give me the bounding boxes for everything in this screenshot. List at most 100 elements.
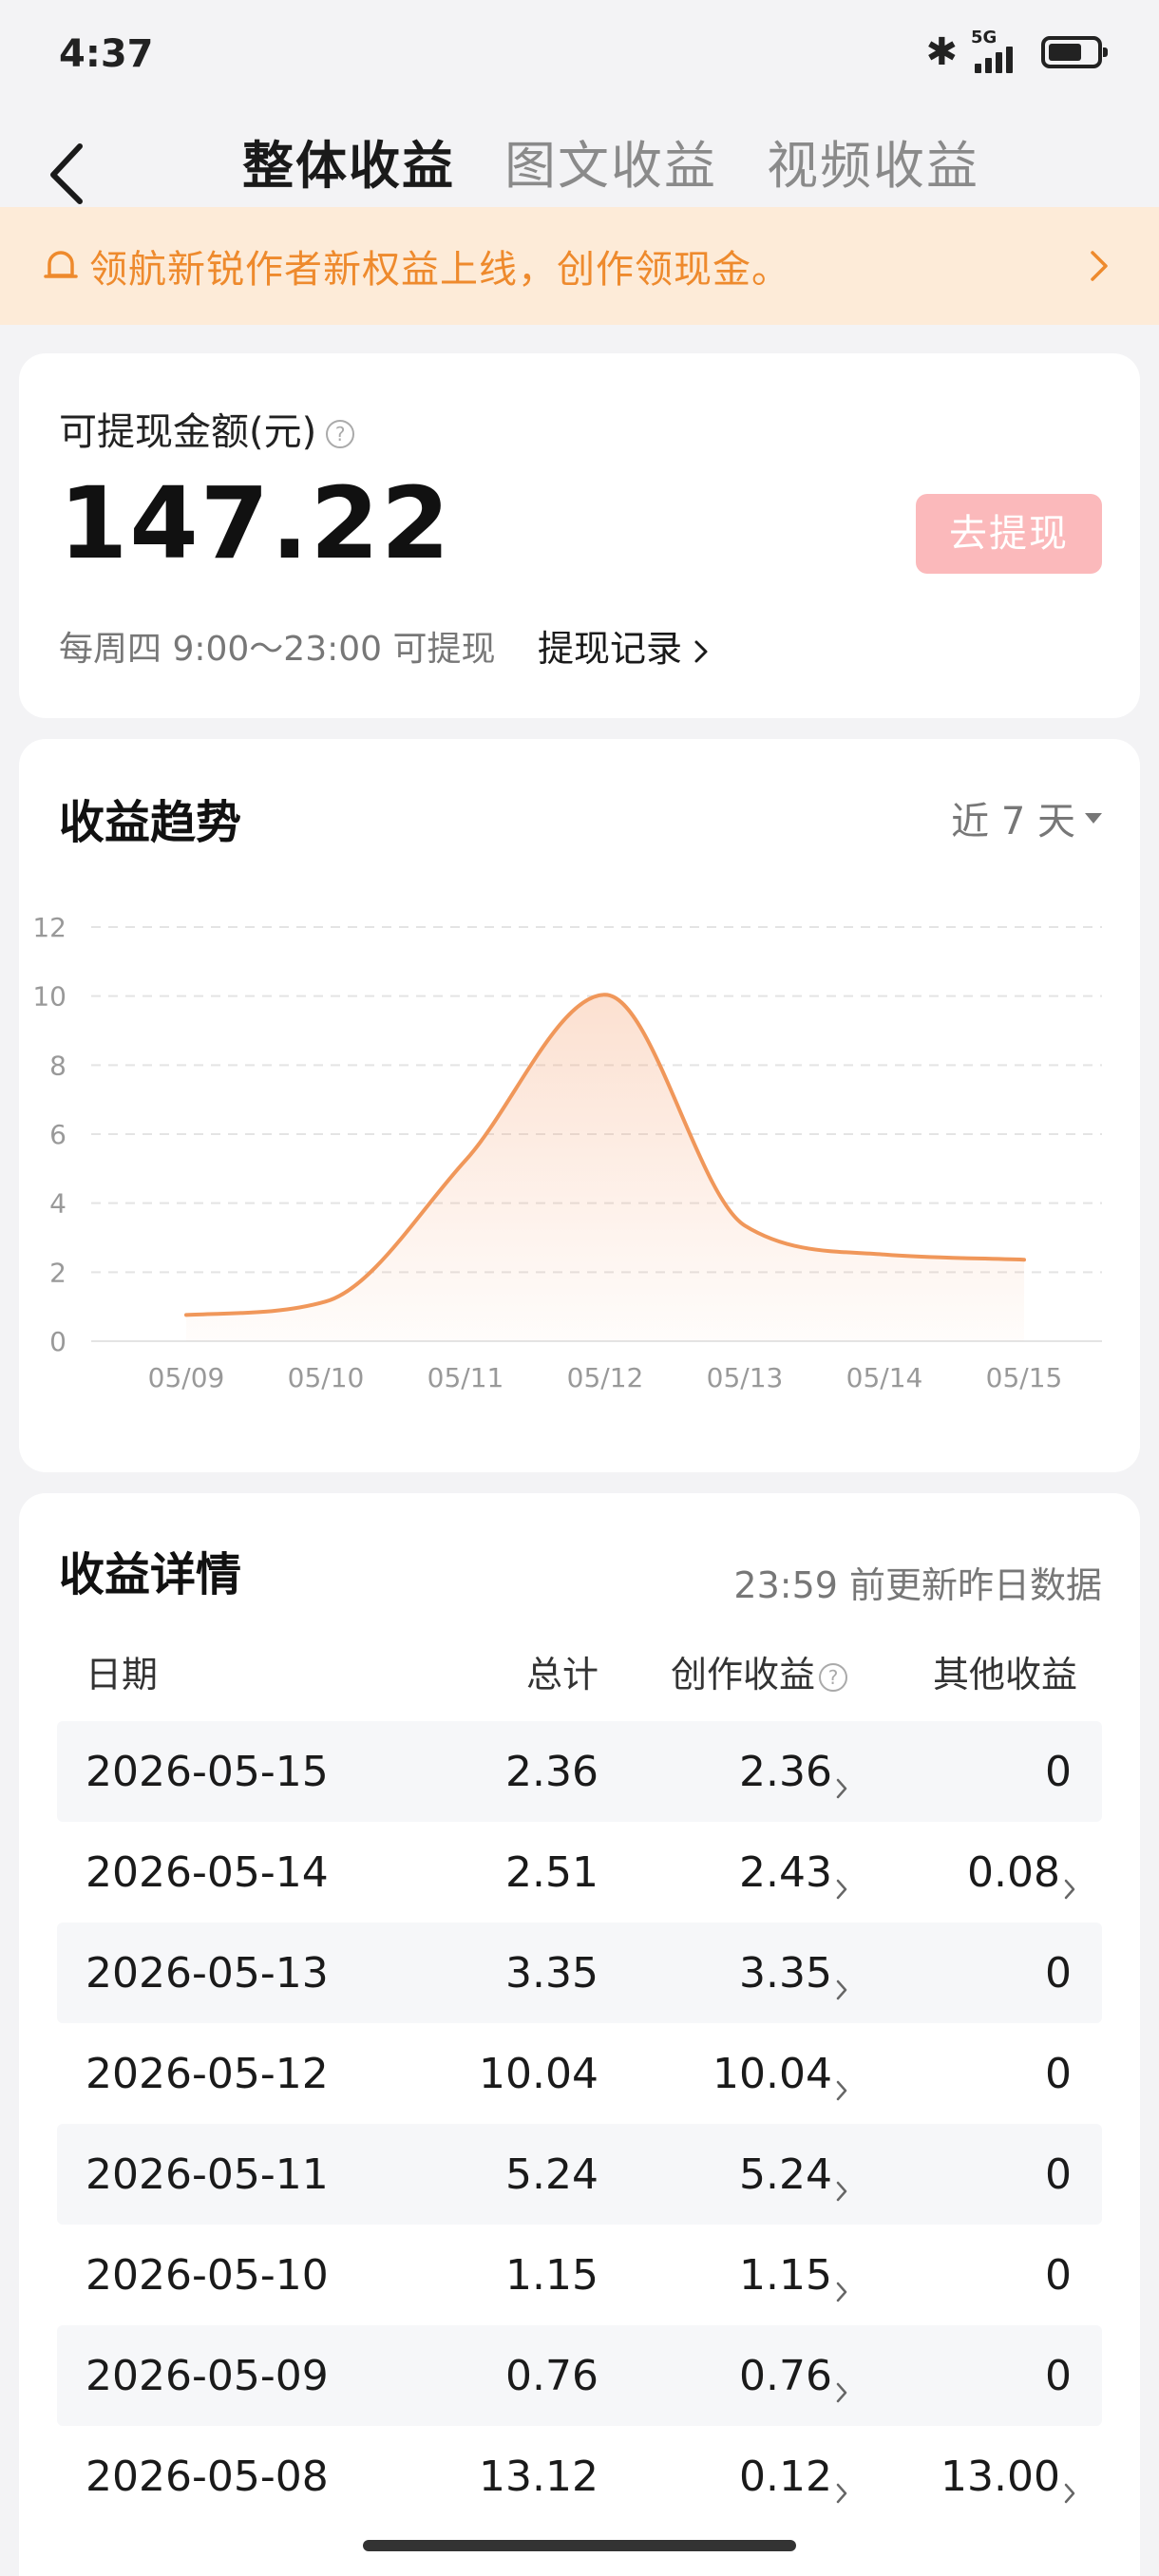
y-tick-label: 2 — [49, 1257, 66, 1288]
row-total: 0.76 — [505, 2352, 598, 2400]
header-create: 创作收益? — [671, 1645, 847, 1697]
row-total: 1.15 — [505, 2251, 598, 2300]
table-row: 2026-05-08 13.12 0.12 13.00 — [57, 2426, 1102, 2527]
row-total: 10.04 — [479, 2050, 598, 2098]
table-row: 2026-05-14 2.51 2.43 0.08 — [57, 1822, 1102, 1923]
chevron-right-icon[interactable] — [836, 2365, 847, 2403]
row-create-value[interactable]: 0.76 — [739, 2352, 832, 2400]
bluetooth-icon: ✱ — [925, 30, 958, 74]
row-total: 2.36 — [505, 1748, 598, 1796]
withdraw-record-link[interactable]: 提现记录 — [538, 619, 709, 672]
tab-video[interactable]: 视频收益 — [767, 123, 979, 199]
bell-icon — [44, 251, 78, 278]
table-row: 2026-05-11 5.24 5.24 0 — [57, 2124, 1102, 2225]
tab-article[interactable]: 图文收益 — [504, 123, 717, 199]
y-tick-label: 0 — [49, 1326, 66, 1357]
header-date: 日期 — [86, 1654, 159, 1695]
y-tick-label: 10 — [32, 981, 66, 1013]
chevron-right-icon[interactable] — [836, 2063, 847, 2101]
x-tick-label: 05/12 — [567, 1362, 644, 1393]
row-other-value[interactable]: 0.08 — [967, 1848, 1060, 1897]
balance-label-text: 可提现金额(元) — [59, 410, 317, 454]
home-indicator — [363, 2540, 796, 2551]
battery-icon — [1041, 36, 1108, 68]
detail-card: 收益详情 23:59 前更新昨日数据 日期 总计 创作收益? 其他收益 2026… — [19, 1493, 1140, 2576]
row-create-value[interactable]: 1.15 — [739, 2251, 832, 2300]
withdraw-info: 每周四 9:00～23:00 可提现 — [59, 630, 496, 669]
table-row: 2026-05-12 10.04 10.04 0 — [57, 2023, 1102, 2124]
tab-bar: 整体收益 图文收益 视频收益 — [242, 123, 979, 199]
row-create-value[interactable]: 10.04 — [712, 2050, 832, 2098]
trend-chart: 0 2 4 6 8 10 12 05/09 05/10 05/11 05/12 05/13 05/14… — [32, 912, 1102, 1393]
network-type: 5G — [971, 28, 998, 47]
row-create-value[interactable]: 2.43 — [739, 1848, 832, 1897]
status-icons: ✱ 5G — [925, 28, 1108, 74]
chevron-right-icon[interactable] — [836, 2466, 847, 2504]
chevron-right-icon[interactable] — [1064, 1862, 1075, 1900]
row-date: 2026-05-08 — [86, 2453, 329, 2501]
row-total: 2.51 — [505, 1848, 598, 1897]
row-other-value: 0 — [1045, 1748, 1072, 1796]
y-tick-label: 4 — [49, 1188, 66, 1220]
detail-title: 收益详情 — [59, 1548, 242, 1601]
x-tick-label: 05/14 — [846, 1362, 923, 1393]
row-other-value[interactable]: 13.00 — [940, 2453, 1060, 2501]
table-row: 2026-05-15 2.36 2.36 0 — [57, 1721, 1102, 1822]
x-tick-label: 05/10 — [288, 1362, 365, 1393]
balance-label: 可提现金额(元)? — [59, 401, 355, 456]
row-create-value[interactable]: 2.36 — [739, 1748, 832, 1796]
withdraw-button[interactable]: 去提现 — [916, 494, 1102, 574]
x-tick-label: 05/11 — [428, 1362, 504, 1393]
row-other-value: 0 — [1045, 2251, 1072, 2300]
header-total: 总计 — [525, 1654, 598, 1695]
balance-card: 可提现金额(元)? 147.22 去提现 每周四 9:00～23:00 可提现 … — [19, 353, 1140, 718]
help-icon[interactable]: ? — [326, 420, 355, 448]
detail-rows: 2026-05-15 2.36 2.36 0 2026-05-14 2.51 2.43 0.0… — [57, 1721, 1102, 2527]
withdraw-record-label: 提现记录 — [538, 628, 683, 670]
x-tick-label: 05/09 — [148, 1362, 225, 1393]
y-tick-label: 12 — [32, 912, 66, 943]
row-create-value[interactable]: 5.24 — [739, 2150, 832, 2199]
chart-area — [186, 994, 1024, 1341]
header-create-label: 创作收益 — [670, 1654, 815, 1695]
row-create-value[interactable]: 3.35 — [739, 1949, 832, 1998]
x-tick-label: 05/13 — [707, 1362, 784, 1393]
y-tick-label: 6 — [49, 1119, 66, 1150]
y-tick-label: 8 — [49, 1050, 66, 1081]
row-date: 2026-05-11 — [86, 2150, 329, 2199]
notice-banner[interactable]: 领航新锐作者新权益上线，创作领现金。 — [0, 207, 1159, 325]
row-other-value: 0 — [1045, 2050, 1072, 2098]
status-bar: 4:37 ✱ 5G — [0, 0, 1159, 112]
row-other-value: 0 — [1045, 1949, 1072, 1998]
row-total: 13.12 — [479, 2453, 598, 2501]
header-other: 其他收益 — [932, 1654, 1077, 1695]
row-date: 2026-05-14 — [86, 1848, 329, 1897]
table-row: 2026-05-09 0.76 0.76 0 — [57, 2325, 1102, 2426]
row-total: 3.35 — [505, 1949, 598, 1998]
chevron-right-icon[interactable] — [836, 1962, 847, 2000]
notice-text: 领航新锐作者新权益上线，创作领现金。 — [89, 248, 790, 292]
row-date: 2026-05-13 — [86, 1949, 329, 1998]
trend-card: 收益趋势 近 7 天 0 2 4 6 8 10 12 05/09 05/10 05/11 05/1… — [19, 739, 1140, 1472]
table-header: 日期 总计 创作收益? 其他收益 — [57, 1636, 1102, 1702]
status-time: 4:37 — [59, 32, 154, 76]
table-row: 2026-05-10 1.15 1.15 0 — [57, 2225, 1102, 2325]
detail-note: 23:59 前更新昨日数据 — [733, 1564, 1102, 1606]
row-create-value[interactable]: 0.12 — [739, 2453, 832, 2501]
chevron-right-icon — [694, 640, 708, 662]
row-date: 2026-05-12 — [86, 2050, 329, 2098]
signal-icon: 5G — [971, 28, 1028, 73]
chevron-right-icon[interactable] — [836, 2264, 847, 2302]
chevron-right-icon[interactable] — [836, 1862, 847, 1900]
back-icon[interactable] — [44, 141, 91, 207]
row-date: 2026-05-10 — [86, 2251, 329, 2300]
tab-overall[interactable]: 整体收益 — [242, 123, 455, 199]
x-tick-label: 05/15 — [986, 1362, 1063, 1393]
row-other-value: 0 — [1045, 2352, 1072, 2400]
chevron-right-icon[interactable] — [836, 2164, 847, 2202]
chevron-right-icon[interactable] — [836, 1761, 847, 1799]
nav-bar: 整体收益 图文收益 视频收益 — [0, 112, 1159, 207]
chevron-right-icon[interactable] — [1064, 2466, 1075, 2504]
balance-amount: 147.22 — [59, 465, 452, 581]
help-icon[interactable]: ? — [819, 1662, 847, 1692]
